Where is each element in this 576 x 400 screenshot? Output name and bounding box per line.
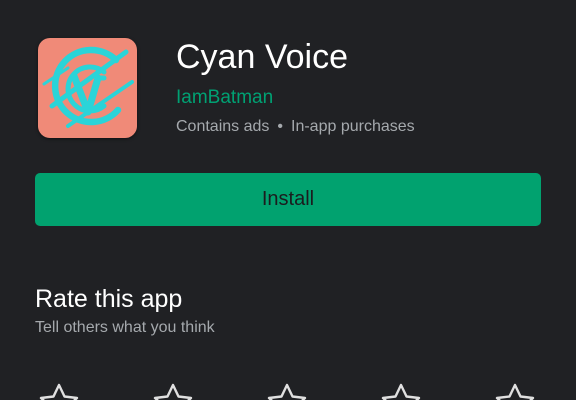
rate-app-subtitle: Tell others what you think — [35, 319, 215, 336]
app-meta-info: Contains ads • In-app purchases — [176, 116, 415, 138]
rating-star-1-icon[interactable] — [36, 380, 82, 400]
developer-link[interactable]: IamBatman — [176, 86, 273, 110]
rating-star-3-icon[interactable] — [264, 380, 310, 400]
app-title: Cyan Voice — [176, 38, 348, 76]
rating-star-4-icon[interactable] — [378, 380, 424, 400]
in-app-purchases-label: In-app purchases — [291, 118, 415, 135]
install-button[interactable]: Install — [35, 173, 541, 226]
rate-app-heading: Rate this app — [35, 285, 183, 313]
cyan-voice-logo-icon — [38, 38, 137, 138]
contains-ads-label: Contains ads — [176, 118, 270, 135]
rating-star-2-icon[interactable] — [150, 380, 196, 400]
rating-star-5-icon[interactable] — [492, 380, 538, 400]
app-details-page: Cyan Voice IamBatman Contains ads • In-app… — [0, 0, 576, 400]
meta-separator: • — [277, 118, 283, 135]
